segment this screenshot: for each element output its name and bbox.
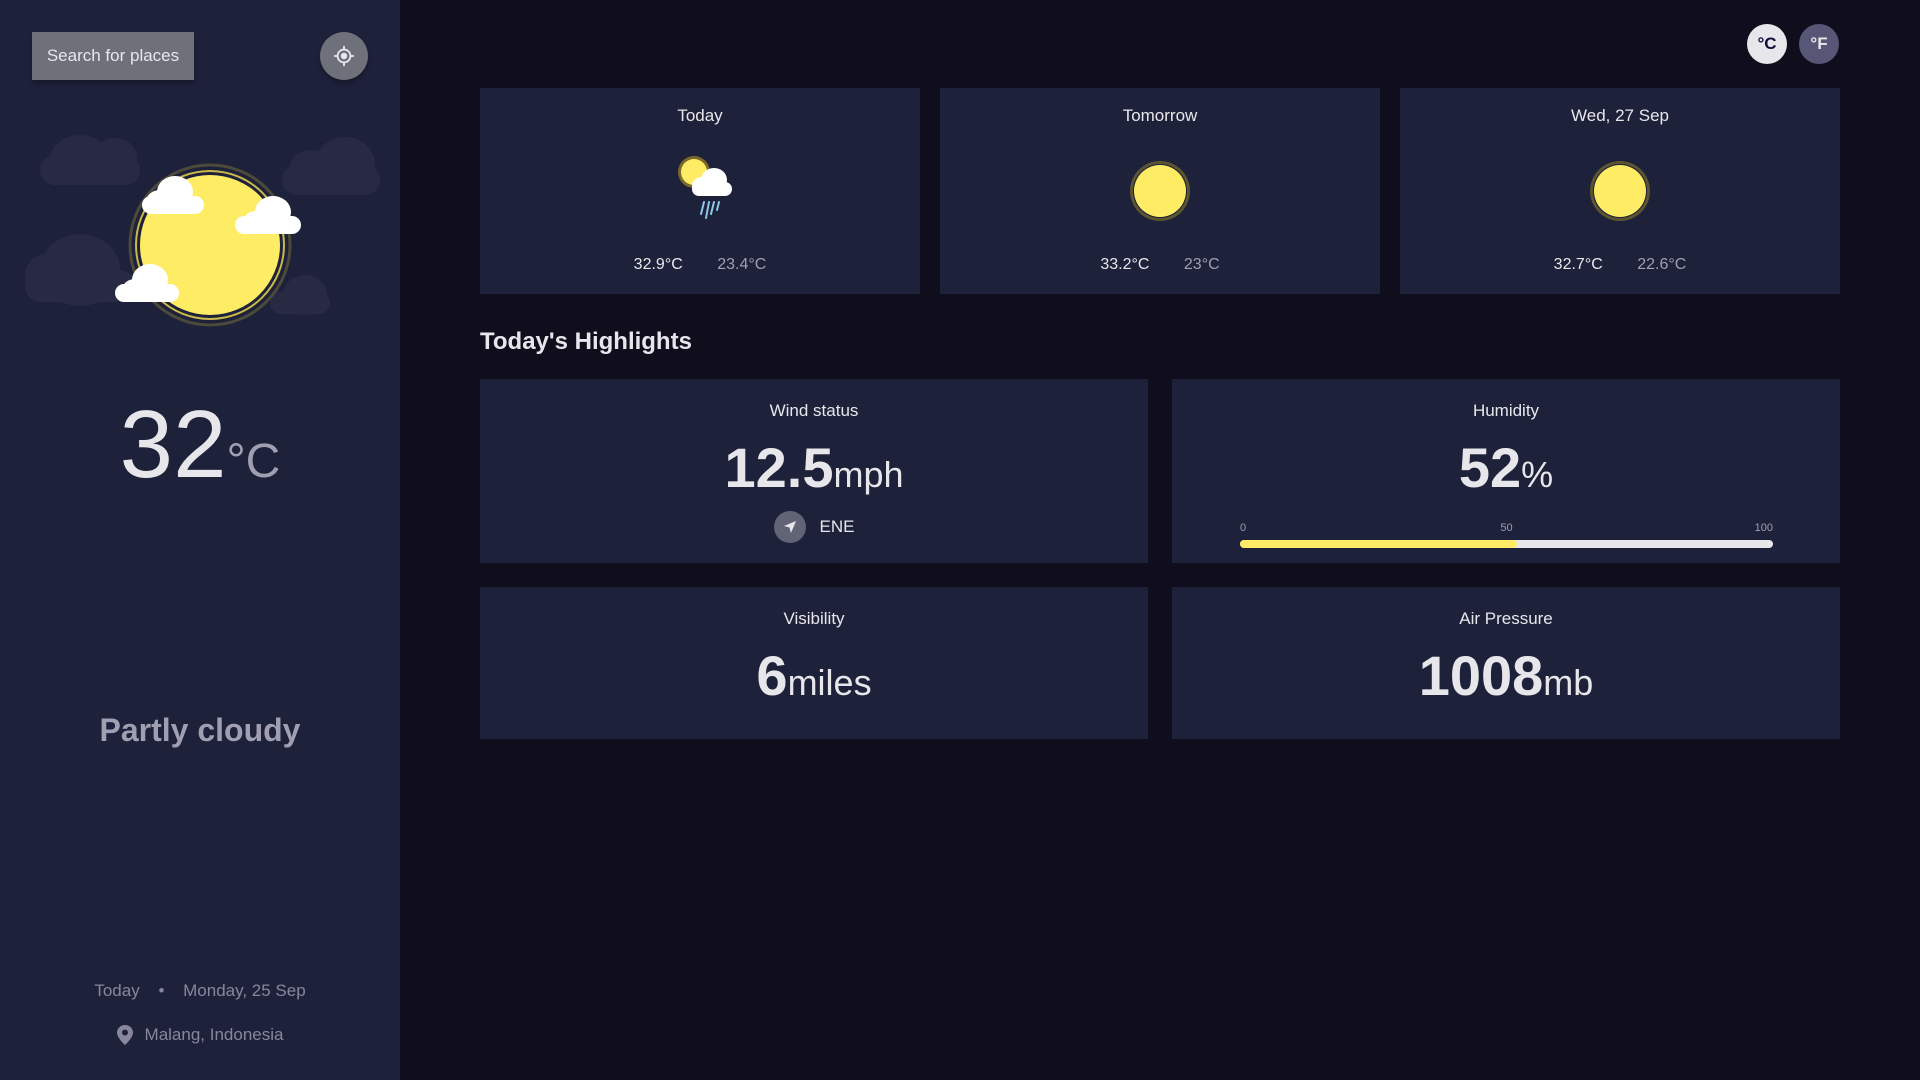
visibility-card: Visibility 6miles [480,587,1148,739]
forecast-card-wednesday: Wed, 27 Sep 32.7°C 22.6°C [1400,88,1840,294]
temperature-unit: °C [226,435,281,488]
forecast-temps: 32.7°C 22.6°C [1400,256,1840,274]
crosshair-icon [333,45,355,67]
forecast-min-temp: 23°C [1183,256,1220,273]
forecast-card-tomorrow: Tomorrow 33.2°C 23°C [940,88,1380,294]
date-line: Today • Monday, 25 Sep [0,981,400,1001]
air-pressure-card: Air Pressure 1008mb [1172,587,1840,739]
forecast-temps: 32.9°C 23.4°C [480,256,920,274]
date-separator: • [158,981,165,1000]
humidity-label: Humidity [1472,401,1540,420]
forecast-card-today: Today 32.9°C 23.4°C [480,88,920,294]
forecast-min-temp: 23.4°C [717,256,767,273]
partly-cloudy-illustration [25,135,380,327]
humidity-card: Humidity 52% 0 50 100 [1172,379,1840,563]
visibility-label: Visibility [783,609,845,628]
navigation-arrow-icon [783,521,796,533]
location-name: Malang, Indonesia [144,1025,284,1044]
wind-direction-label: ENE [819,517,855,536]
wind-direction: ENE [480,511,1148,543]
pressure-label: Air Pressure [1459,609,1553,628]
pressure-unit: mb [1543,662,1594,703]
forecast-temps: 33.2°C 23°C [940,256,1380,274]
humidity-track [1240,540,1773,548]
location-pin-icon [116,1025,133,1045]
sun-icon [1590,161,1650,221]
highlights-title: Today's Highlights [480,328,692,355]
current-temperature: 32°C [0,390,400,500]
location: Malang, Indonesia [0,1025,400,1045]
wind-status-card: Wind status 12.5mph ENE [480,379,1148,563]
forecast-min-temp: 22.6°C [1637,256,1687,273]
humidity-number: 52 [1458,436,1522,499]
humidity-scale: 0 50 100 [1240,522,1773,536]
compass-badge [773,511,806,543]
forecast-day: Today [677,106,723,125]
pressure-value: 1008mb [1172,643,1840,708]
humidity-value: 52% [1172,435,1840,500]
date-prefix: Today [94,981,140,1000]
wind-unit: mph [833,454,904,495]
pressure-number: 1008 [1418,644,1544,707]
sun-icon [1130,161,1190,221]
forecast-max-temp: 32.7°C [1553,256,1603,273]
humidity-fill [1240,540,1518,548]
weather-condition: Partly cloudy [99,712,301,748]
sidebar: Search for places 32°C Partly cloudy Tod… [0,0,400,1080]
fahrenheit-toggle[interactable]: °F [1799,24,1839,64]
search-places-button[interactable]: Search for places [32,32,194,80]
visibility-value: 6miles [480,643,1148,708]
temperature-value: 32 [119,391,227,498]
sun-cloud-rain-icon [678,156,732,219]
visibility-number: 6 [756,644,788,707]
wind-value: 12.5mph [480,435,1148,500]
scale-max: 100 [1754,522,1773,534]
forecast-day: Wed, 27 Sep [1571,106,1669,125]
wind-speed: 12.5 [724,436,834,499]
wind-label: Wind status [769,401,859,420]
visibility-unit: miles [787,662,872,703]
celsius-toggle[interactable]: °C [1747,24,1787,64]
scale-mid: 50 [1500,522,1513,534]
current-location-button[interactable] [320,32,368,80]
forecast-day: Tomorrow [1122,106,1198,125]
scale-min: 0 [1240,522,1247,534]
humidity-unit: % [1521,454,1554,495]
forecast-max-temp: 32.9°C [633,256,683,273]
humidity-bar: 0 50 100 [1240,522,1773,548]
current-date: Monday, 25 Sep [183,981,306,1000]
forecast-max-temp: 33.2°C [1100,256,1150,273]
